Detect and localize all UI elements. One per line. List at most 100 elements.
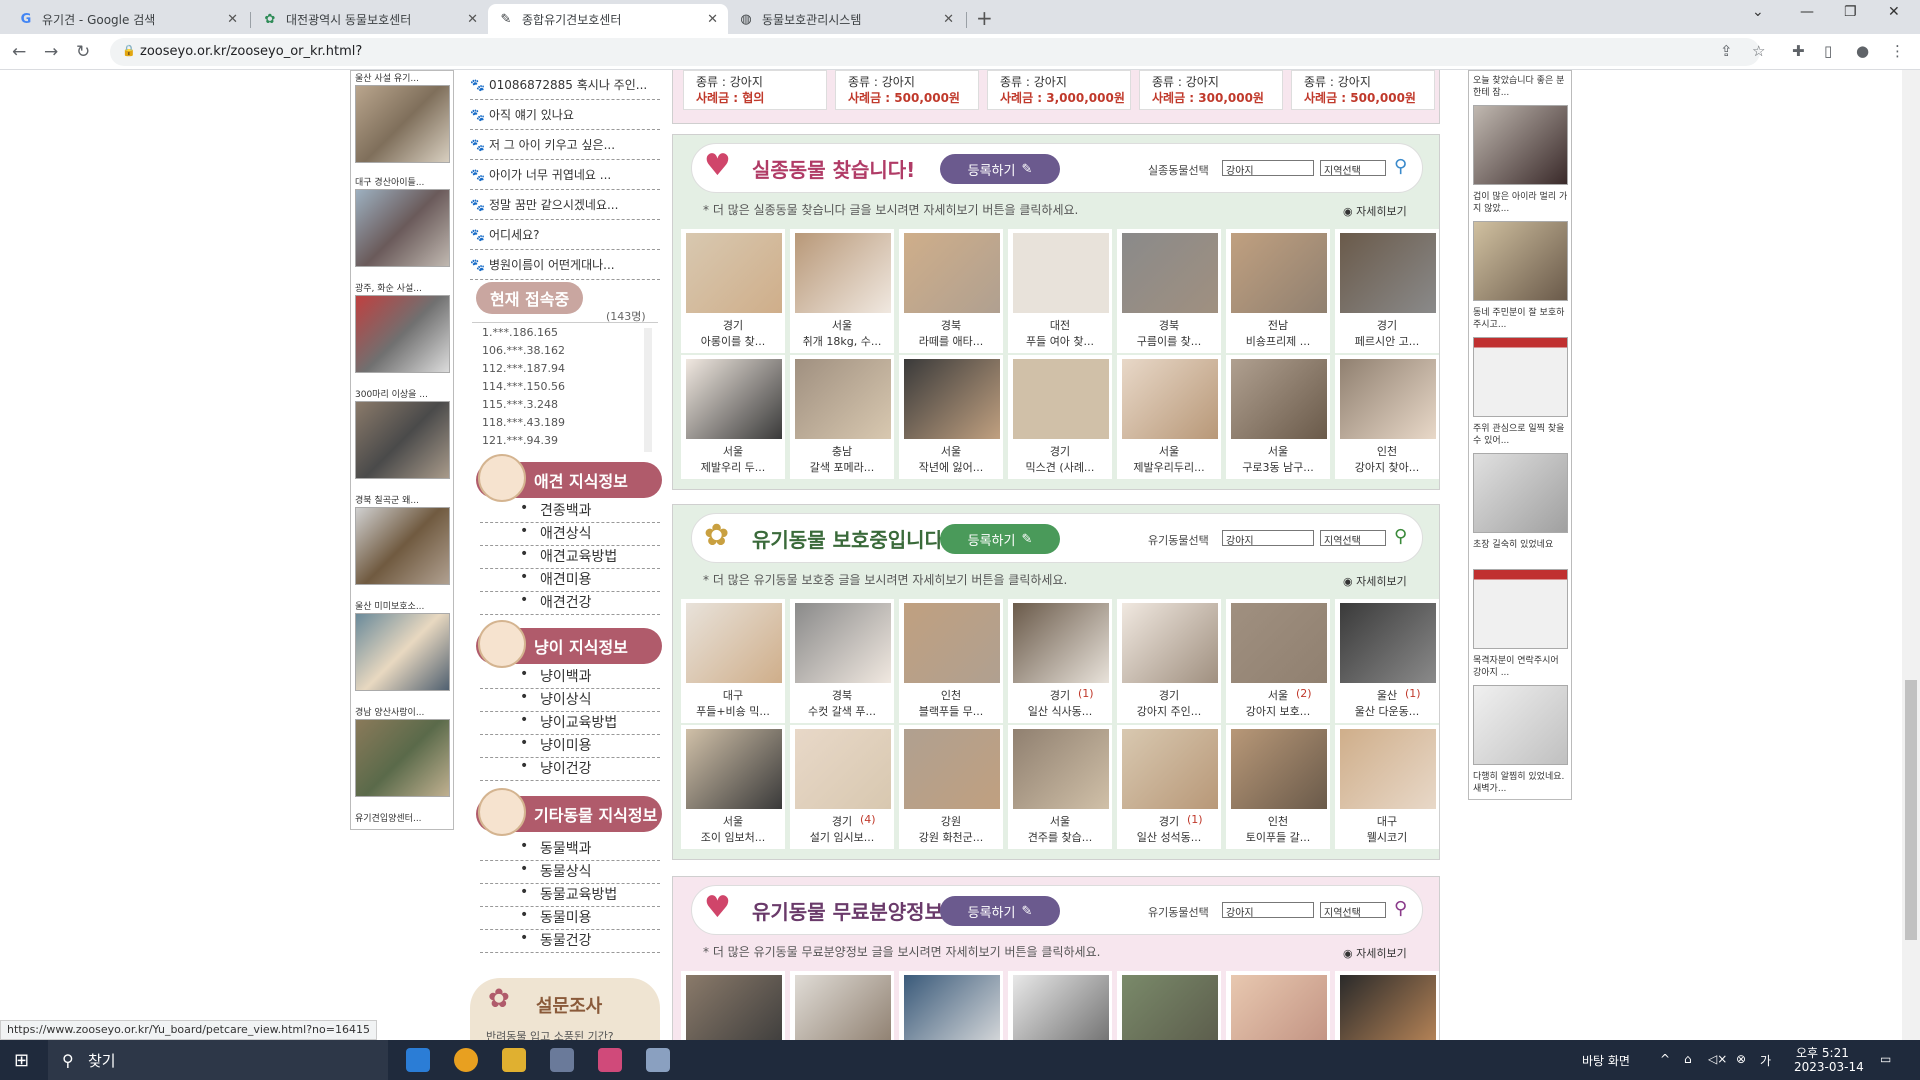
close-icon[interactable]: ✕ [467, 12, 478, 27]
profile-avatar-icon[interactable]: ● [1856, 42, 1869, 60]
pet-card[interactable]: 서울 작년에 잃어... [899, 355, 1003, 479]
cat-link[interactable]: 냥이건강 [480, 758, 660, 781]
pet-card[interactable]: 경기 강아지 주인... [1117, 599, 1221, 723]
tab-animal-system[interactable]: ◍ 동물보호관리시스템 ✕ [728, 4, 964, 34]
pet-card[interactable]: 인천 토이푸들 갈... [1226, 725, 1330, 849]
app-icon[interactable] [646, 1048, 670, 1072]
windows-start-icon[interactable]: ⊞ [14, 1050, 29, 1071]
network-icon[interactable]: ⌂ [1684, 1052, 1692, 1066]
back-icon[interactable]: ← [12, 42, 26, 62]
shelter-thumb[interactable] [355, 295, 450, 373]
taskbar-search[interactable]: ⚲ 찾기 [48, 1040, 388, 1080]
close-icon[interactable]: ✕ [227, 12, 238, 27]
ip-list-scrollbar[interactable] [644, 328, 652, 452]
found-caption[interactable]: 겁이 많은 아이라 멀리 가지 않았... [1473, 191, 1569, 215]
shelter-thumb[interactable] [355, 719, 450, 797]
dog-link[interactable]: 애견상식 [480, 523, 660, 546]
register-button[interactable]: 등록하기 ✎ [940, 896, 1060, 926]
tab-zooseyo[interactable]: ✎ 종합유기견보호센터 ✕ [488, 4, 728, 34]
chevron-up-icon[interactable]: ^ [1660, 1052, 1670, 1066]
thumb-caption[interactable]: 대구 경산아이들... [355, 175, 453, 188]
menu-kebab-icon[interactable]: ⋮ [1890, 42, 1905, 60]
more-link[interactable]: ◉ 자세히보기 [1343, 203, 1407, 219]
thumb-caption[interactable]: 경남 양산사랑이... [355, 705, 453, 718]
reward-card[interactable]: 종류 : 강아지 사례금 : 500,000원 [835, 70, 979, 110]
pet-card[interactable]: 울산 (1) 울산 다운동... [1335, 599, 1439, 723]
chrome-icon[interactable] [454, 1048, 478, 1072]
register-button[interactable]: 등록하기 ✎ [940, 154, 1060, 184]
adoption-card[interactable] [790, 971, 894, 1040]
clock-date[interactable]: 2023-03-14 [1794, 1060, 1864, 1074]
bookmark-star-icon[interactable]: ☆ [1752, 42, 1765, 60]
register-button[interactable]: 등록하기 ✎ [940, 524, 1060, 554]
shelter-thumb[interactable] [355, 401, 450, 479]
found-thumb[interactable] [1473, 569, 1568, 649]
found-caption[interactable]: 초장 길숙히 있었네요 [1473, 539, 1569, 551]
reward-card[interactable]: 종류 : 강아지 사례금 : 협의 [683, 70, 827, 110]
pet-card[interactable]: 강원 강원 화천군... [899, 725, 1003, 849]
pet-card[interactable]: 경기 아롱이를 찾... [681, 229, 785, 353]
more-link[interactable]: ◉ 자세히보기 [1343, 945, 1407, 961]
shelter-thumb[interactable] [355, 613, 450, 691]
search-icon[interactable]: ⚲ [1394, 898, 1407, 919]
notification-icon[interactable]: ▭ [1880, 1052, 1891, 1066]
ime-icon[interactable]: 가 [1760, 1052, 1771, 1069]
comment-item[interactable]: 🐾 아이가 너무 귀엽네요 ... [470, 160, 660, 190]
adoption-card[interactable] [1226, 971, 1330, 1040]
species-select[interactable]: 강아지 [1222, 530, 1314, 547]
app-icon[interactable] [550, 1048, 574, 1072]
scrollbar-thumb[interactable] [1905, 680, 1917, 940]
species-select[interactable]: 강아지 [1222, 160, 1314, 177]
pet-card[interactable]: 서울 조이 임보처... [681, 725, 785, 849]
desktop-label[interactable]: 바탕 화면 [1582, 1052, 1630, 1069]
adoption-card[interactable] [681, 971, 785, 1040]
pet-card[interactable]: 전남 비숑프리제 ... [1226, 229, 1330, 353]
pet-card[interactable]: 서울 제발우리두리... [1117, 355, 1221, 479]
survey-question[interactable]: 반려동물 입고 소풍된 기간? [486, 1028, 614, 1040]
found-thumb[interactable] [1473, 221, 1568, 301]
species-select[interactable]: 강아지 [1222, 902, 1314, 919]
found-caption[interactable]: 동네 주민분이 잘 보호하주시고... [1473, 307, 1569, 331]
figma-icon[interactable] [598, 1048, 622, 1072]
new-tab-button[interactable]: + [976, 6, 993, 30]
region-select[interactable]: 지역선택 [1320, 902, 1386, 919]
pet-card[interactable]: 서울 제발우리 두... [681, 355, 785, 479]
cat-link[interactable]: 냥이미용 [480, 735, 660, 758]
comment-item[interactable]: 🐾 저 그 아이 키우고 싶은... [470, 130, 660, 160]
reward-card[interactable]: 종류 : 강아지 사례금 : 500,000원 [1291, 70, 1435, 110]
other-link[interactable]: 동물건강 [480, 930, 660, 953]
file-explorer-icon[interactable] [502, 1048, 526, 1072]
thumb-caption[interactable]: 경북 칠곡군 왜... [355, 493, 453, 506]
other-link[interactable]: 동물상식 [480, 861, 660, 884]
close-icon[interactable]: ✕ [943, 12, 954, 27]
cat-link[interactable]: 냥이상식 [480, 689, 660, 712]
other-link[interactable]: 동물미용 [480, 907, 660, 930]
reward-card[interactable]: 종류 : 강아지 사례금 : 300,000원 [1139, 70, 1283, 110]
shelter-thumb[interactable] [355, 189, 450, 267]
minimize-button[interactable]: — [1800, 4, 1814, 20]
pet-card[interactable]: 경기 페르시안 고... [1335, 229, 1439, 353]
pet-card[interactable]: 경기 믹스견 (사례... [1008, 355, 1112, 479]
close-icon[interactable]: ✕ [707, 12, 718, 27]
url-field[interactable]: 🔒 zooseyo.or.kr/zooseyo_or_kr.html? [110, 38, 1760, 66]
share-icon[interactable]: ⇪ [1720, 42, 1733, 60]
extensions-icon[interactable]: ✚ [1792, 42, 1805, 60]
search-icon[interactable]: ⚲ [1394, 156, 1407, 177]
thumb-caption[interactable]: 울산 미미보호소... [355, 599, 453, 612]
online-ip-list[interactable]: 1.***.186.165 106.***.38.162 112.***.187… [472, 326, 652, 452]
search-icon[interactable]: ⚲ [1394, 526, 1407, 547]
dog-link[interactable]: 애견건강 [480, 592, 660, 615]
shelter-thumb[interactable] [355, 85, 450, 163]
pet-card[interactable]: 경북 라떼를 애타... [899, 229, 1003, 353]
found-caption[interactable]: 목격자분이 연락주시어 강아지 ... [1473, 655, 1569, 679]
cat-link[interactable]: 냥이교육방법 [480, 712, 660, 735]
adoption-card[interactable] [1335, 971, 1439, 1040]
dog-link[interactable]: 애견미용 [480, 569, 660, 592]
dog-link[interactable]: 견종백과 [480, 500, 660, 523]
tab-google-search[interactable]: G 유기견 - Google 검색 ✕ [8, 4, 248, 34]
found-caption[interactable]: 오늘 찾았습니다 좋은 분한테 잠... [1473, 75, 1569, 99]
found-caption[interactable]: 다행히 알찜히 있었네요. 새벽가... [1473, 771, 1569, 795]
adoption-card[interactable] [899, 971, 1003, 1040]
region-select[interactable]: 지역선택 [1320, 160, 1386, 177]
adoption-card[interactable] [1008, 971, 1112, 1040]
